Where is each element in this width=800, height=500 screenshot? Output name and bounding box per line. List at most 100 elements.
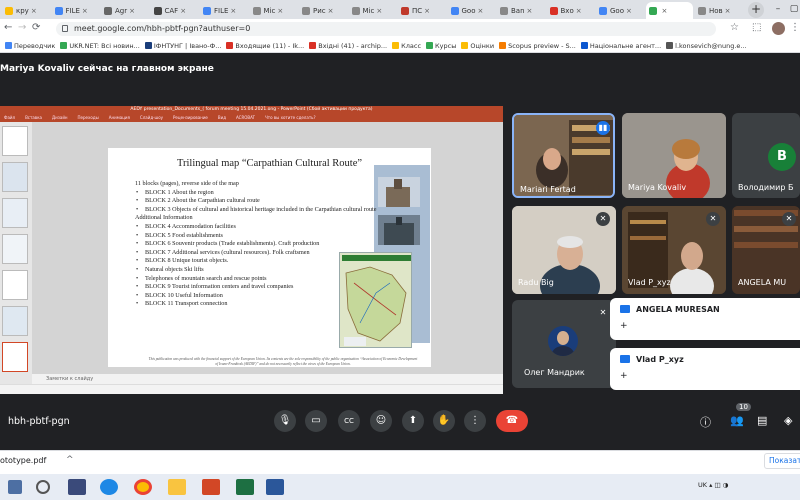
bookmark-item[interactable]: Національне агент...: [580, 42, 661, 50]
participant-tile[interactable]: ✕ ANGELA MU: [732, 206, 800, 294]
edge-icon[interactable]: [100, 479, 118, 495]
tab-close-icon[interactable]: ×: [31, 7, 37, 15]
ppt-notes[interactable]: Заметки к слайду: [32, 374, 503, 384]
activities-icon[interactable]: ◈: [784, 414, 792, 427]
bookmark-item[interactable]: ІФНТУНГ | Івано-Ф...: [144, 42, 221, 50]
info-icon[interactable]: ⓘ: [700, 414, 711, 430]
tab-close-icon[interactable]: ×: [376, 7, 382, 15]
bookmark-item[interactable]: Класс: [392, 42, 421, 50]
ribbon-tab[interactable]: Вставка: [25, 114, 42, 122]
ribbon-tab[interactable]: ACROBAT: [236, 114, 255, 122]
slide-thumbnail[interactable]: [2, 270, 28, 300]
tab-close-icon[interactable]: ×: [662, 7, 668, 15]
end-call-button[interactable]: ☎: [496, 410, 528, 432]
browser-tab[interactable]: Ban ×: [497, 2, 545, 19]
browser-tab[interactable]: Нов ×: [695, 2, 743, 19]
emoji-button[interactable]: ☺: [370, 410, 392, 432]
slide-thumbnail[interactable]: [2, 198, 28, 228]
extensions-icon[interactable]: ⬚: [752, 22, 761, 33]
participant-tile[interactable]: Mariari Fertad ▮▮: [512, 113, 615, 198]
tab-close-icon[interactable]: ×: [230, 7, 236, 15]
tab-close-icon[interactable]: ×: [527, 7, 533, 15]
browser-tab[interactable]: Goo ×: [448, 2, 496, 19]
chat-button-icon[interactable]: ▤: [757, 414, 767, 427]
tab-close-icon[interactable]: ×: [626, 7, 632, 15]
browser-tab[interactable]: Mic ×: [250, 2, 298, 19]
bookmark-item[interactable]: Входящие (11) - Ik...: [226, 42, 304, 50]
ribbon-tab[interactable]: Рецензирование: [173, 114, 208, 122]
browser-tab[interactable]: Agr ×: [101, 2, 149, 19]
tab-close-icon[interactable]: ×: [277, 7, 283, 15]
slide-thumbnail[interactable]: [2, 162, 28, 192]
browser-tab[interactable]: ПС ×: [398, 2, 446, 19]
download-file[interactable]: ototype.pdf: [0, 456, 46, 465]
browser-tab[interactable]: ×: [645, 2, 693, 19]
forward-icon[interactable]: →: [18, 22, 26, 33]
browser-tab[interactable]: Вхо ×: [547, 2, 595, 19]
browser-tab[interactable]: кру ×: [2, 2, 50, 19]
bookmark-item[interactable]: Scopus preview - S...: [499, 42, 576, 50]
bookmark-item[interactable]: Вхідні (41) - archip...: [309, 42, 387, 50]
bookmark-item[interactable]: Курсы: [426, 42, 456, 50]
card-action[interactable]: +: [620, 371, 628, 381]
folder-icon[interactable]: [168, 479, 186, 495]
chrome-icon[interactable]: [134, 479, 152, 495]
present-button[interactable]: ⬆: [402, 410, 424, 432]
slide-thumbnail[interactable]: [2, 126, 28, 156]
tab-close-icon[interactable]: ×: [478, 7, 484, 15]
ribbon-tab[interactable]: Анимация: [109, 114, 130, 122]
tab-close-icon[interactable]: ×: [129, 7, 135, 15]
participant-tile[interactable]: ✕ Vlad P_xyz: [622, 206, 726, 294]
slide-thumbnail[interactable]: [2, 306, 28, 336]
maximize-button[interactable]: ▢: [786, 0, 800, 19]
tab-close-icon[interactable]: ×: [328, 7, 334, 15]
browser-tab[interactable]: Рис ×: [299, 2, 347, 19]
participant-tile[interactable]: B Володимир Б: [732, 113, 800, 198]
browser-tab[interactable]: Goo ×: [596, 2, 644, 19]
powerpoint-icon[interactable]: [202, 479, 220, 495]
bookmark-item[interactable]: Оцінки: [461, 42, 494, 50]
tab-close-icon[interactable]: ×: [180, 7, 186, 15]
more-options-button[interactable]: ⋮: [464, 410, 486, 432]
tab-close-icon[interactable]: ×: [576, 7, 582, 15]
ribbon-tab[interactable]: Что вы хотите сделать?: [265, 114, 316, 122]
menu-icon[interactable]: ⋮: [790, 22, 800, 33]
participant-tile[interactable]: ✕ Radu Big: [512, 206, 616, 294]
minimize-button[interactable]: –: [770, 0, 786, 19]
browser-tab[interactable]: FILE ×: [200, 2, 248, 19]
star-icon[interactable]: ☆: [730, 22, 739, 33]
ribbon-tab[interactable]: Переходы: [78, 114, 99, 122]
search-icon[interactable]: [36, 480, 50, 494]
show-all-button[interactable]: Показат: [764, 453, 800, 469]
ribbon-tab[interactable]: Файл: [4, 114, 15, 122]
tab-close-icon[interactable]: ×: [424, 7, 430, 15]
captions-button[interactable]: CC: [338, 410, 360, 432]
slide-thumbnail[interactable]: [2, 234, 28, 264]
card-action[interactable]: +: [620, 321, 628, 331]
browser-tab[interactable]: Mic ×: [349, 2, 397, 19]
participant-card[interactable]: Vlad P_xyz +: [610, 348, 800, 390]
back-icon[interactable]: ←: [4, 22, 12, 33]
raise-hand-button[interactable]: ✋: [433, 410, 455, 432]
reload-icon[interactable]: ⟳: [32, 22, 40, 33]
microphone-button[interactable]: 🎙: [274, 410, 296, 432]
participant-card[interactable]: ANGELA MURESAN +: [610, 298, 800, 340]
bookmark-item[interactable]: UKR.NET: Всі новин...: [60, 42, 140, 50]
chevron-up-icon[interactable]: ^: [66, 455, 74, 465]
ribbon-tab[interactable]: Вид: [218, 114, 226, 122]
ribbon-tab[interactable]: Дизайн: [52, 114, 68, 122]
browser-tab[interactable]: CAF ×: [151, 2, 199, 19]
participant-tile[interactable]: ✕ Олег Мандрик: [512, 300, 616, 388]
tab-close-icon[interactable]: ×: [82, 7, 88, 15]
people-icon[interactable]: 👥: [730, 414, 744, 427]
profile-avatar[interactable]: [772, 22, 785, 35]
excel-icon[interactable]: [236, 479, 254, 495]
participant-tile[interactable]: Mariya Kovaliv: [622, 113, 726, 198]
browser-tab[interactable]: FILE ×: [52, 2, 100, 19]
ribbon-tab[interactable]: Слайд-шоу: [140, 114, 163, 122]
start-icon[interactable]: [8, 480, 22, 494]
camera-button[interactable]: ▭: [305, 410, 327, 432]
bookmark-item[interactable]: Переводчик: [5, 42, 55, 50]
slide-thumbnail-active[interactable]: [2, 342, 28, 372]
taskbar-app-icon[interactable]: [68, 479, 86, 495]
